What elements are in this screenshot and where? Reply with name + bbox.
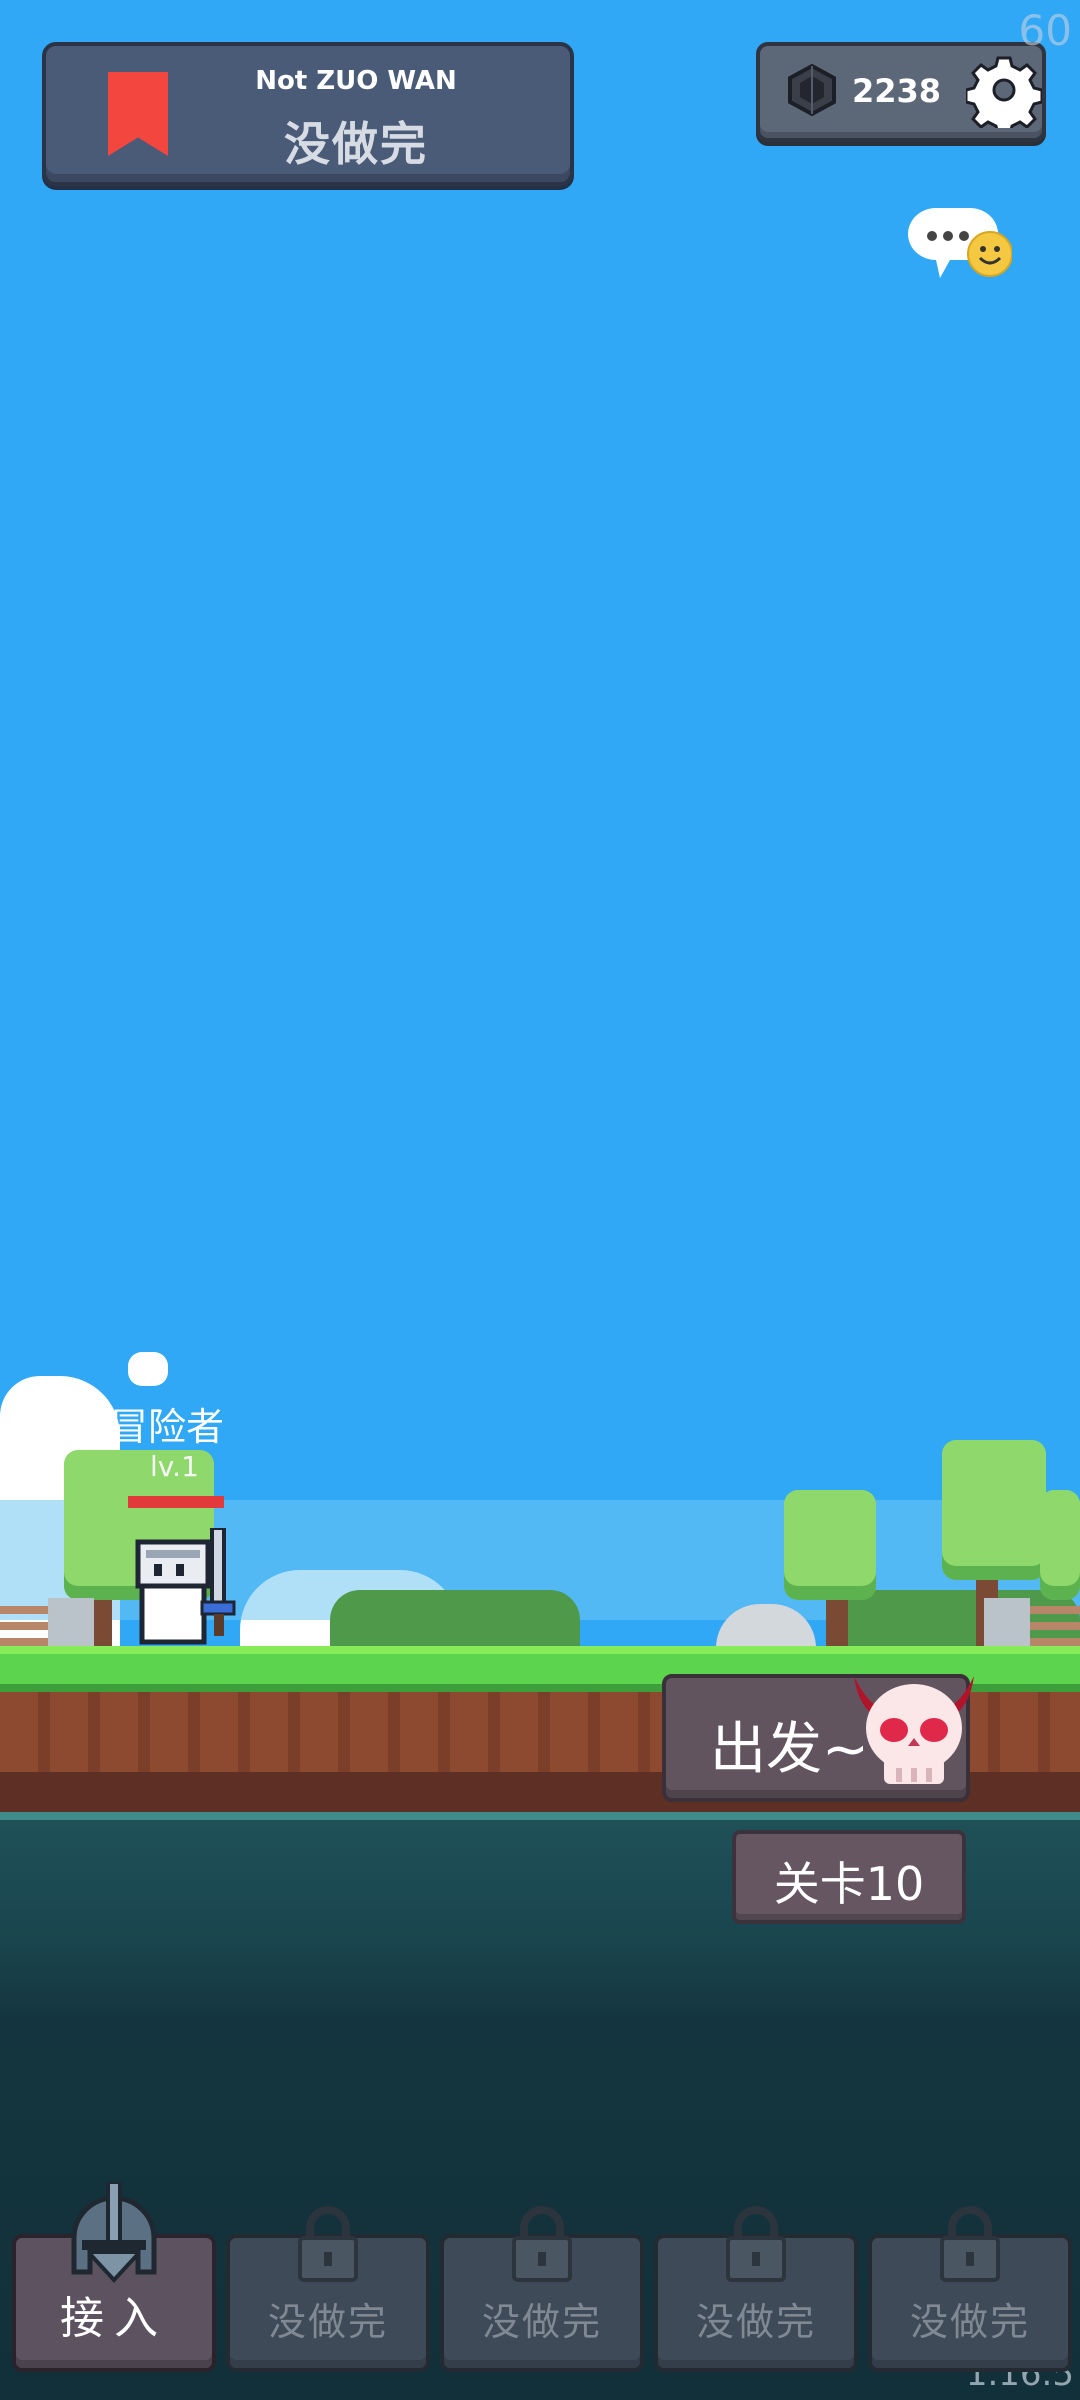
- tab-label: 没做完: [909, 2300, 1030, 2344]
- lock-icon: [940, 2206, 1000, 2282]
- tab-locked[interactable]: 没做完: [868, 2206, 1072, 2372]
- title-panel[interactable]: Not ZUO WAN 没做完: [42, 42, 574, 186]
- water-surface: [0, 1812, 1080, 1820]
- hero-hp-bar: [128, 1496, 224, 1508]
- tree: [784, 1490, 876, 1600]
- stone: [48, 1598, 94, 1648]
- tab-locked[interactable]: 没做完: [654, 2206, 858, 2372]
- title-chinese: 没做完: [284, 117, 428, 171]
- devil-skull-icon: [854, 1676, 974, 1784]
- title-english: Not ZUO WAN: [255, 66, 457, 96]
- stone: [984, 1598, 1030, 1648]
- bookmark-icon: [108, 72, 168, 156]
- chat-bubble-icon[interactable]: [900, 204, 1012, 294]
- bushes: [330, 1590, 580, 1650]
- currency-panel: 2238: [756, 42, 1046, 142]
- lock-icon: [298, 2206, 358, 2282]
- fps-counter: 60: [1018, 6, 1072, 55]
- level-label: 关卡10: [773, 1857, 925, 1911]
- gear-icon[interactable]: [966, 52, 1042, 128]
- hero-level: lv.1: [150, 1450, 199, 1483]
- tab-label: 没做完: [481, 2300, 602, 2344]
- tab-label: 没做完: [267, 2300, 388, 2344]
- tree: [942, 1440, 1046, 1580]
- level-badge[interactable]: 关卡10: [732, 1830, 966, 1924]
- go-button[interactable]: 出发~: [662, 1674, 974, 1802]
- helmet-icon: [71, 2182, 157, 2283]
- tab-label: 没做完: [695, 2300, 816, 2344]
- tree: [1040, 1490, 1080, 1600]
- lock-icon: [512, 2206, 572, 2282]
- tab-locked[interactable]: 没做完: [440, 2206, 644, 2372]
- knight-character[interactable]: [128, 1528, 248, 1648]
- tab-locked[interactable]: 没做完: [226, 2206, 430, 2372]
- gem-count: 2238: [852, 72, 942, 110]
- lock-icon: [726, 2206, 786, 2282]
- gem-icon: [788, 63, 836, 117]
- tab-join[interactable]: 接入: [12, 2182, 216, 2372]
- hero-name: 冒险者: [110, 1405, 225, 1449]
- tab-label: 接入: [60, 2293, 168, 2344]
- game-screen: Not ZUO WAN 没做完 2238 60 1.16.5 冒险者 lv.1 …: [0, 0, 1080, 2400]
- cloud: [128, 1352, 168, 1386]
